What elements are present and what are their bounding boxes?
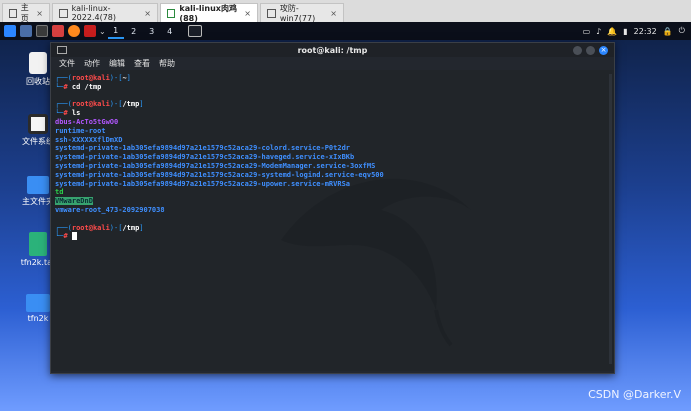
desktop-icon[interactable]	[20, 25, 32, 37]
tab-label: kali-linux肉鸡(88)	[179, 4, 237, 23]
panel-tray: ▭ ♪ 🔔 ▮ 22:32 🔒 ⏻	[583, 26, 691, 36]
menu-edit[interactable]: 编辑	[109, 58, 125, 69]
command-line: └─# ls	[55, 109, 81, 118]
text-cursor	[71, 232, 77, 241]
terminal-titlebar[interactable]: root@kali: /tmp ×	[51, 43, 614, 57]
watermark: CSDN @Darker.V	[588, 388, 681, 401]
archive-icon	[29, 232, 47, 256]
ls-entry: dbus-AcTo5tGwO0	[55, 117, 119, 126]
workspace-2[interactable]: 2	[126, 23, 142, 39]
window-title: root@kali: /tmp	[297, 45, 368, 55]
command-line: └─# cd /tmp	[55, 82, 102, 91]
terminal-window[interactable]: root@kali: /tmp × 文件 动作 编辑 查看 帮助 ┌──(roo…	[50, 42, 615, 374]
notifications-icon[interactable]: 🔔	[607, 27, 617, 36]
close-icon[interactable]: ×	[144, 9, 151, 18]
home-folder-icon	[27, 176, 49, 194]
tab-win7[interactable]: 攻防-win7(77) ×	[260, 3, 344, 23]
tab-kali-2022[interactable]: kali-linux-2022.4(78) ×	[52, 3, 158, 22]
drive-icon	[28, 114, 48, 134]
workspace-3[interactable]: 3	[144, 23, 160, 39]
ls-entry: ssh-XXXXXXflDmXD	[55, 135, 123, 144]
tab-label: 主页	[20, 3, 29, 23]
kali-menu-icon[interactable]	[4, 25, 16, 37]
tab-kali-roji[interactable]: kali-linux肉鸡(88) ×	[160, 3, 258, 23]
workspace-1[interactable]: 1	[107, 23, 124, 39]
top-panel: ⌄ 1 2 3 4 ▭ ♪ 🔔 ▮ 22:32 🔒 ⏻	[0, 22, 691, 40]
workspace-4[interactable]: 4	[162, 23, 178, 39]
clock[interactable]: 22:32	[634, 27, 657, 36]
browser-icon[interactable]	[68, 25, 80, 37]
vm-tab-bar: 主页 × kali-linux-2022.4(78) × kali-linux肉…	[0, 0, 691, 23]
editor-icon[interactable]	[52, 25, 64, 37]
menu-action[interactable]: 动作	[84, 58, 100, 69]
menu-file[interactable]: 文件	[59, 58, 75, 69]
scrollbar[interactable]	[609, 74, 612, 364]
trash-icon	[29, 52, 47, 74]
prompt-line: ┌──(root@kali)-[/tmp]	[55, 100, 144, 109]
menu-help[interactable]: 帮助	[159, 58, 175, 69]
close-icon[interactable]: ×	[330, 9, 337, 18]
menu-view[interactable]: 查看	[134, 58, 150, 69]
tab-label: kali-linux-2022.4(78)	[71, 4, 117, 22]
vm-icon	[167, 8, 176, 18]
ls-entry: runtime-root	[55, 126, 106, 135]
tab-home[interactable]: 主页 ×	[2, 3, 50, 23]
tab-label: 攻防-win7(77)	[279, 4, 316, 23]
terminal-content[interactable]: ┌──(root@kali)-[~] └─# cd /tmp ┌──(root@…	[51, 70, 614, 371]
vm-icon	[267, 8, 276, 18]
chevron-down-icon[interactable]: ⌄	[99, 27, 106, 36]
kali-dragon-watermark	[281, 178, 471, 347]
files-icon[interactable]	[36, 25, 48, 37]
folder-icon	[26, 294, 50, 312]
battery-icon[interactable]: ▮	[623, 27, 627, 36]
home-icon	[9, 8, 17, 18]
vm-icon	[59, 8, 68, 18]
terminal-menubar: 文件 动作 编辑 查看 帮助	[51, 57, 614, 70]
close-icon[interactable]: ×	[244, 9, 251, 18]
close-icon[interactable]: ×	[36, 9, 43, 18]
terminal-window-icon[interactable]	[187, 25, 202, 37]
lock-icon[interactable]: 🔒	[663, 27, 673, 36]
audio-icon[interactable]: ♪	[596, 27, 601, 36]
terminal-app-icon[interactable]	[84, 25, 96, 37]
prompt-line: ┌──(root@kali)-[~]	[55, 74, 131, 82]
display-icon[interactable]: ▭	[583, 27, 591, 36]
power-icon[interactable]: ⏻	[679, 26, 685, 36]
